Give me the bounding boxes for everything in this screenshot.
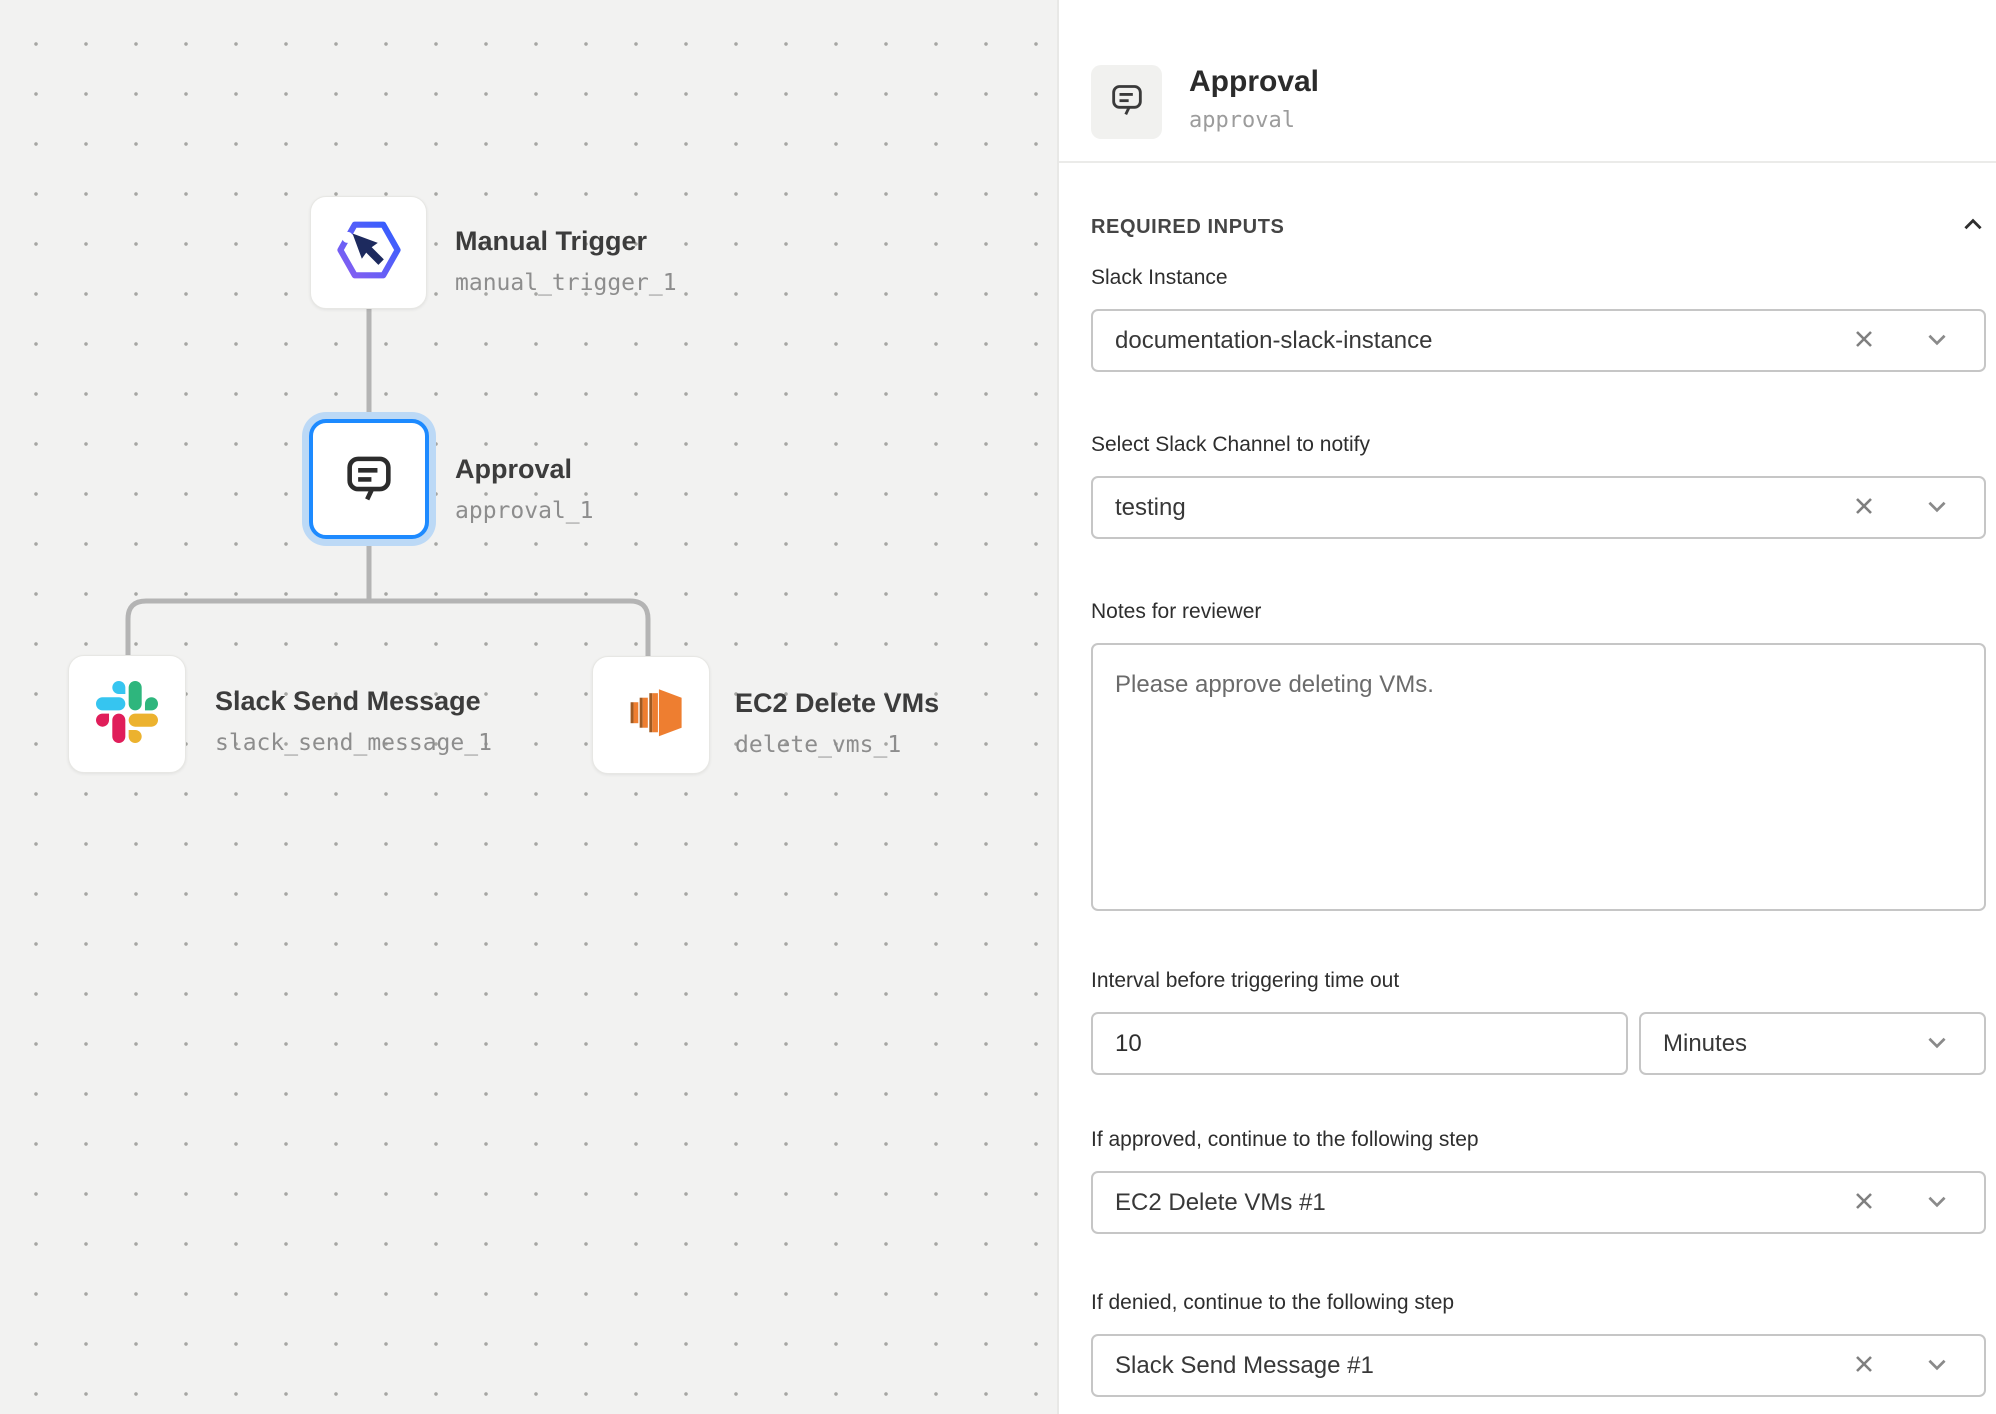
x-icon	[1852, 494, 1876, 521]
slack-logo-icon	[96, 681, 158, 748]
node-id: manual_trigger_1	[455, 268, 677, 298]
chevron-down-icon	[1924, 326, 1950, 355]
hexagon-cursor-icon	[336, 217, 402, 288]
panel-header: Approval approval	[1059, 0, 1996, 163]
select-value: Slack Send Message #1	[1115, 1352, 1852, 1380]
chevron-up-icon	[1960, 212, 1986, 241]
field-label: Notes for reviewer	[1091, 599, 1986, 625]
if-denied-select[interactable]: Slack Send Message #1	[1091, 1334, 1986, 1397]
clear-button[interactable]	[1852, 1189, 1876, 1216]
dropdown-button[interactable]	[1924, 1188, 1950, 1217]
select-value: EC2 Delete VMs #1	[1115, 1189, 1852, 1217]
node-labels-slack-send-message: Slack Send Message slack_send_message_1	[215, 684, 492, 758]
section-label: REQUIRED INPUTS	[1091, 214, 1284, 240]
node-ec2-delete-vms[interactable]	[592, 656, 710, 774]
interval-row: Minutes	[1091, 1012, 1986, 1075]
chevron-down-icon	[1924, 493, 1950, 522]
panel-title: Approval	[1189, 63, 1319, 101]
node-labels-approval: Approval approval_1	[455, 452, 593, 526]
form-group-slack-channel: Select Slack Channel to notify testing	[1091, 432, 1986, 539]
interval-unit-select[interactable]: Minutes	[1639, 1012, 1986, 1075]
node-id: delete_vms_1	[735, 730, 939, 760]
node-labels-ec2-delete-vms: EC2 Delete VMs delete_vms_1	[735, 686, 939, 760]
node-id: slack_send_message_1	[215, 728, 492, 758]
dropdown-button[interactable]	[1924, 1029, 1950, 1058]
field-label: Select Slack Channel to notify	[1091, 432, 1986, 458]
node-slack-send-message[interactable]	[68, 655, 186, 773]
form-group-interval: Interval before triggering time out Minu…	[1091, 968, 1986, 1075]
clear-button[interactable]	[1852, 494, 1876, 521]
form-group-if-approved: If approved, continue to the following s…	[1091, 1127, 1986, 1234]
select-value: testing	[1115, 494, 1852, 522]
slack-instance-select[interactable]: documentation-slack-instance	[1091, 309, 1986, 372]
config-panel: Approval approval REQUIRED INPUTS Slack …	[1057, 0, 1996, 1414]
dropdown-button[interactable]	[1924, 326, 1950, 355]
chevron-down-icon	[1924, 1029, 1950, 1058]
chevron-down-icon	[1924, 1188, 1950, 1217]
interval-value-input[interactable]	[1091, 1012, 1628, 1075]
chat-bubble-icon	[340, 448, 398, 511]
field-label: Interval before triggering time out	[1091, 968, 1986, 994]
required-inputs-section-header: REQUIRED INPUTS	[1091, 212, 1986, 241]
node-manual-trigger[interactable]	[310, 196, 427, 309]
panel-header-icon-box	[1091, 65, 1162, 139]
chat-bubble-icon	[1107, 79, 1147, 124]
ec2-icon	[617, 679, 685, 752]
node-title: Approval	[455, 452, 593, 486]
field-label: If approved, continue to the following s…	[1091, 1127, 1986, 1153]
clear-button[interactable]	[1852, 327, 1876, 354]
form-group-slack-instance: Slack Instance documentation-slack-insta…	[1091, 265, 1986, 372]
node-approval[interactable]	[309, 419, 429, 539]
select-value: Minutes	[1663, 1030, 1924, 1058]
node-title: Slack Send Message	[215, 684, 492, 718]
workflow-canvas[interactable]: Manual Trigger manual_trigger_1 Approval…	[0, 0, 1057, 1414]
x-icon	[1852, 327, 1876, 354]
x-icon	[1852, 1189, 1876, 1216]
node-labels-manual-trigger: Manual Trigger manual_trigger_1	[455, 224, 677, 298]
node-id: approval_1	[455, 496, 593, 526]
chevron-down-icon	[1924, 1351, 1950, 1380]
notes-textarea[interactable]: Please approve deleting VMs.	[1091, 643, 1986, 911]
if-approved-select[interactable]: EC2 Delete VMs #1	[1091, 1171, 1986, 1234]
panel-header-texts: Approval approval	[1189, 63, 1319, 135]
node-title: EC2 Delete VMs	[735, 686, 939, 720]
clear-button[interactable]	[1852, 1352, 1876, 1379]
x-icon	[1852, 1352, 1876, 1379]
form-group-notes: Notes for reviewer Please approve deleti…	[1091, 599, 1986, 916]
dropdown-button[interactable]	[1924, 1351, 1950, 1380]
dropdown-button[interactable]	[1924, 493, 1950, 522]
panel-body: REQUIRED INPUTS Slack Instance documenta…	[1059, 212, 1996, 1397]
field-label: If denied, continue to the following ste…	[1091, 1290, 1986, 1316]
node-approval-selection-halo	[302, 412, 436, 546]
node-title: Manual Trigger	[455, 224, 677, 258]
slack-channel-select[interactable]: testing	[1091, 476, 1986, 539]
form-group-if-denied: If denied, continue to the following ste…	[1091, 1290, 1986, 1397]
select-value: documentation-slack-instance	[1115, 327, 1852, 355]
section-collapse-button[interactable]	[1960, 212, 1986, 241]
panel-subtitle: approval	[1189, 107, 1319, 135]
field-label: Slack Instance	[1091, 265, 1986, 291]
